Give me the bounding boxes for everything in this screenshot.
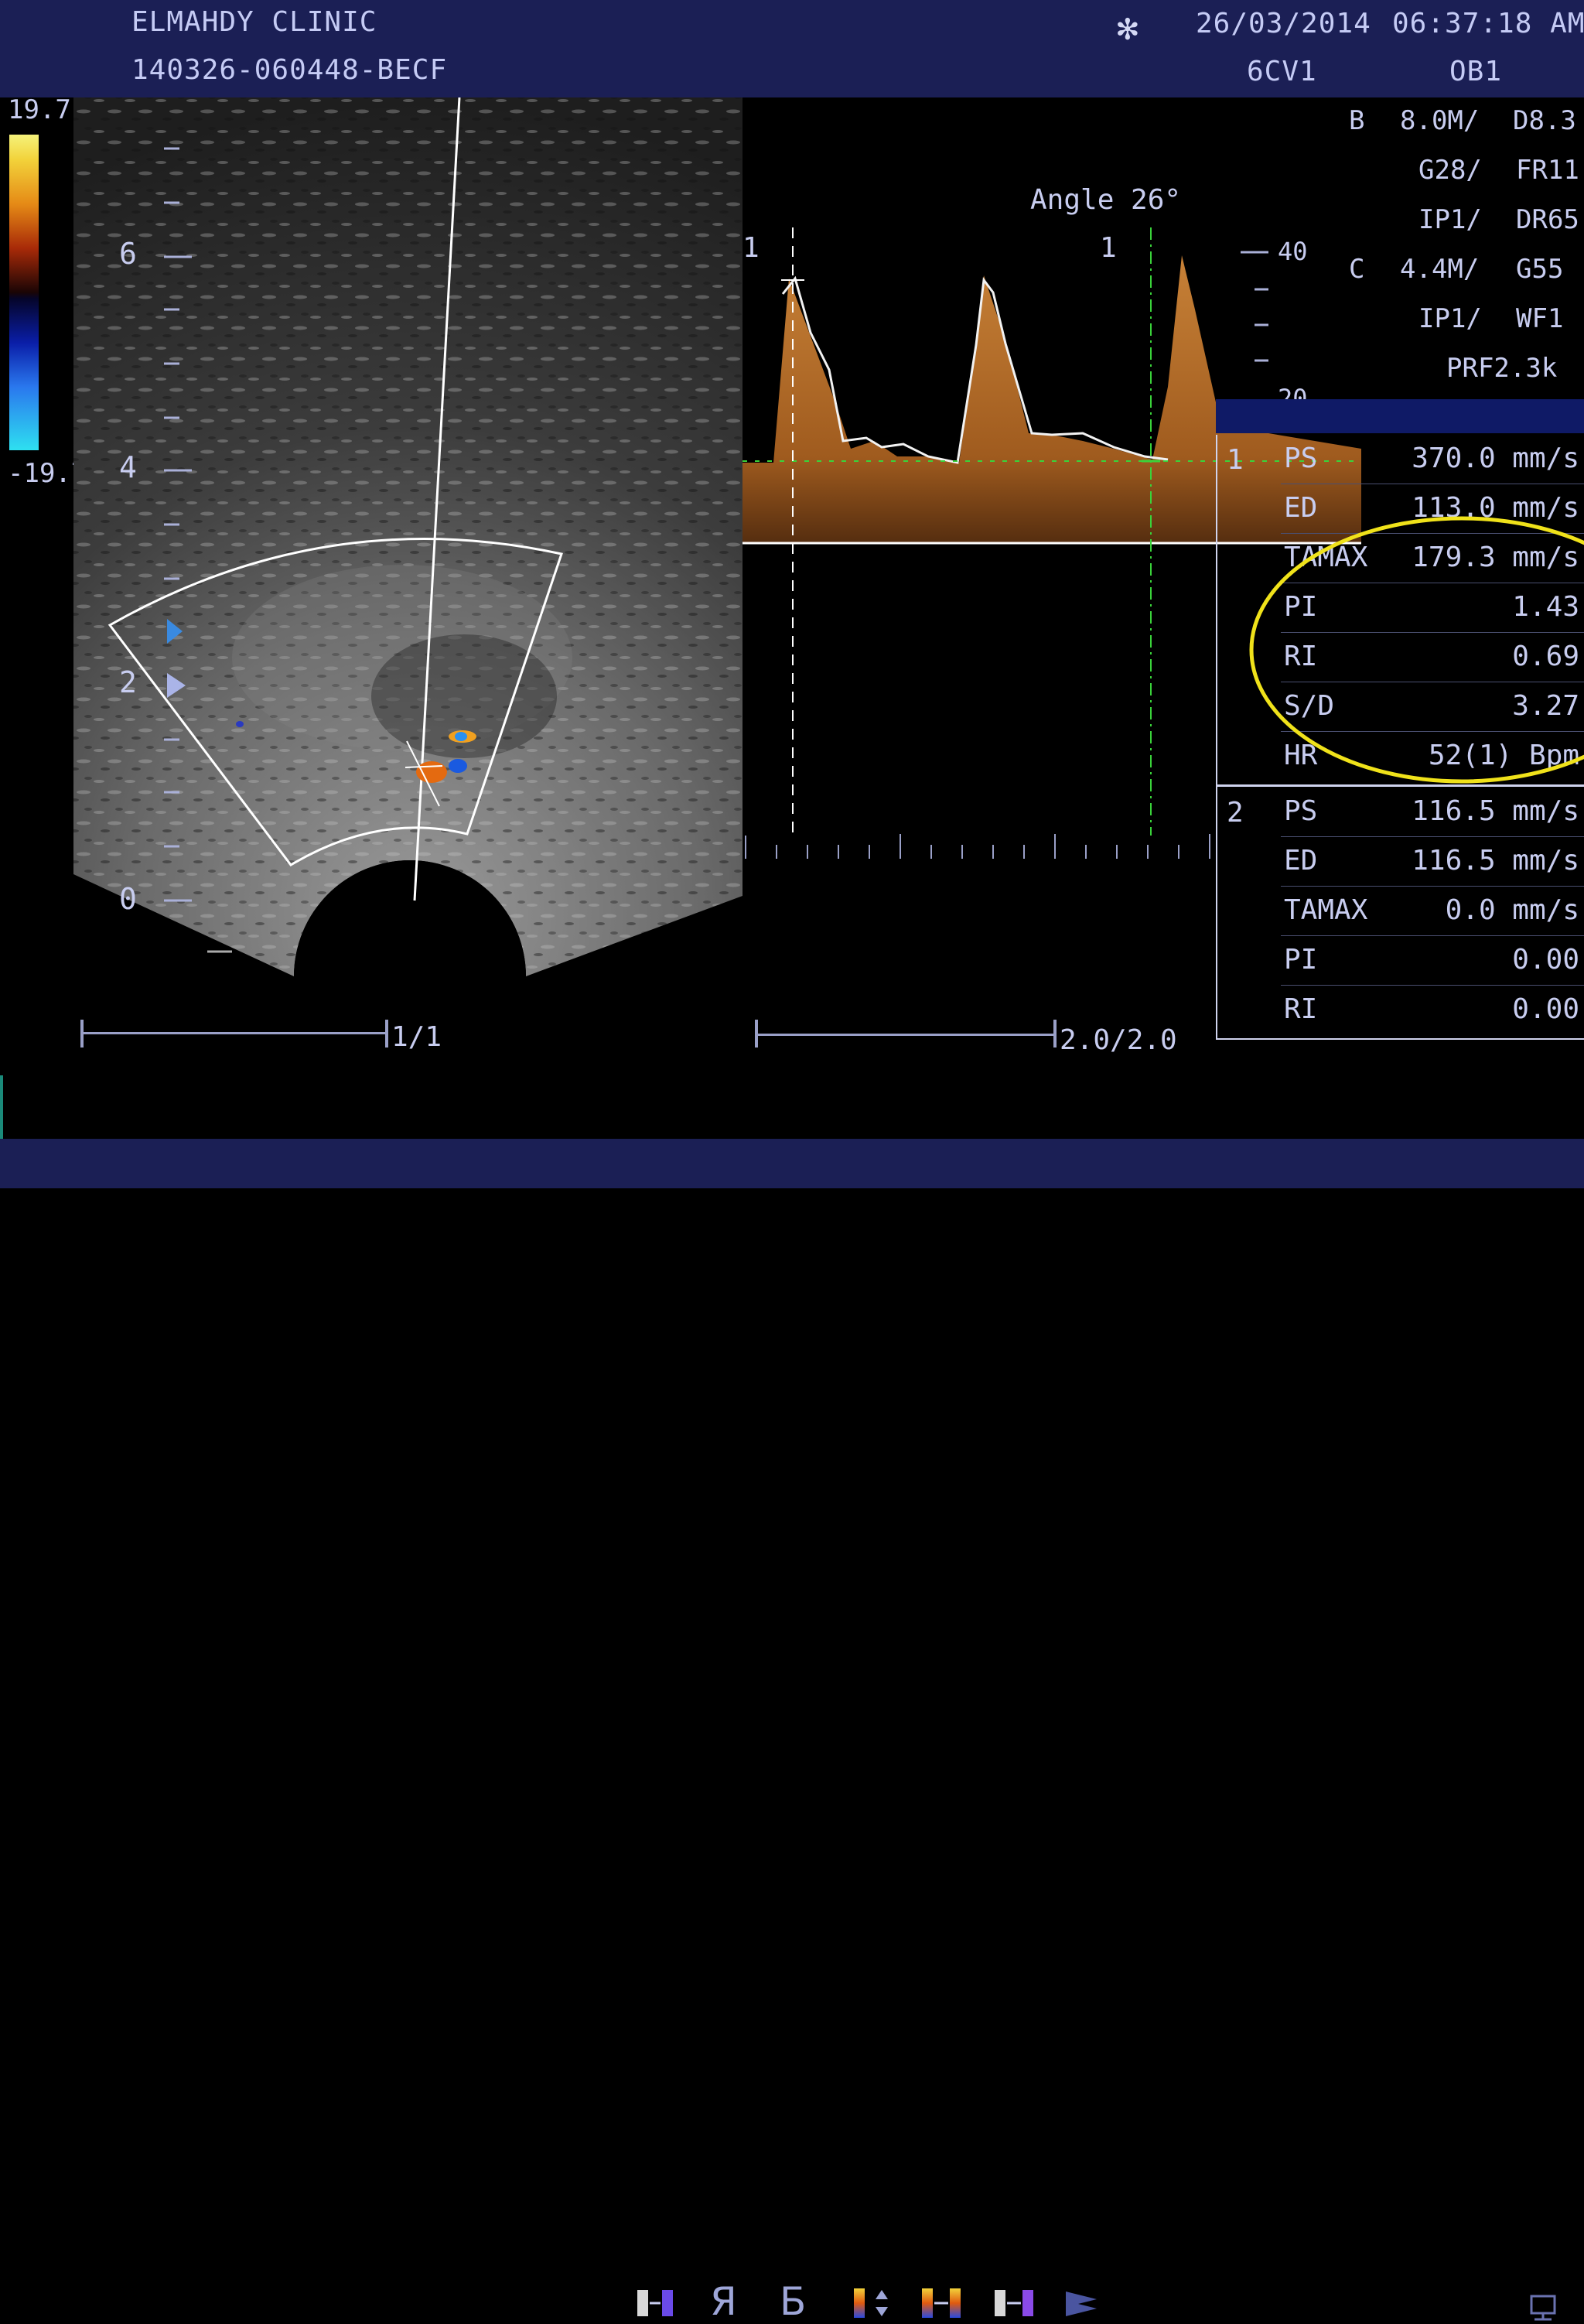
measurement-row-ri-2: RI 0.00 <box>1217 986 1584 1035</box>
param-wall-filter: WF1 <box>1516 303 1564 334</box>
measurement-name: RI <box>1284 993 1318 1025</box>
measurement-value: 0.00 <box>1512 944 1579 976</box>
param-frame-rate: FR11 <box>1516 155 1579 186</box>
preset-name: OB1 <box>1449 56 1503 87</box>
velocity-scale-40: 40 <box>1278 237 1308 266</box>
grayscale-split-icon[interactable] <box>992 2282 1038 2322</box>
flip-b-icon[interactable]: Ƃ <box>780 2279 826 2324</box>
header-bar: ELMAHDY CLINIC 140326-060448-BECF ✻ 26/0… <box>0 0 1584 97</box>
split-layout-icon[interactable] <box>634 2282 681 2322</box>
doppler-angle: Angle 26° <box>1030 184 1182 216</box>
toolbar: Я Ƃ <box>0 1139 1584 2324</box>
depth-label-6: 6 <box>119 237 137 271</box>
doppler-sweep-indicator: 2.0/2.0 <box>1060 1024 1177 1056</box>
bmode-page-indicator: 1/1 <box>391 1021 442 1053</box>
doppler-cine-bar[interactable] <box>756 1034 1053 1036</box>
color-updown-icon[interactable] <box>849 2282 896 2322</box>
param-gain: G28/ <box>1418 155 1482 186</box>
param-c-gain: G55 <box>1516 254 1564 285</box>
network-icon[interactable] <box>1524 2282 1570 2322</box>
measurement-row-tamax-2: TAMAX 0.0 mm/s <box>1217 887 1584 936</box>
param-prf: PRF2.3k <box>1446 353 1558 384</box>
dual-arrow-icon[interactable] <box>1063 2282 1109 2322</box>
bmode-cine-end[interactable] <box>385 1020 388 1048</box>
measurement-name: TAMAX <box>1284 894 1368 926</box>
depth-label-2: 2 <box>119 665 137 699</box>
param-b-label: B <box>1349 105 1365 136</box>
param-b-depth: D8.3 <box>1513 105 1576 136</box>
doppler-cursor-label-left: 1 <box>742 232 760 264</box>
measurement-value: 116.5 mm/s <box>1412 845 1579 877</box>
measurement-name: PS <box>1284 443 1318 474</box>
clinic-name: ELMAHDY CLINIC <box>131 6 377 38</box>
measurement-row-ed-2: ED 116.5 mm/s <box>1217 837 1584 887</box>
measurement-value: 370.0 mm/s <box>1412 443 1579 474</box>
exam-time: 06:37:18 AM <box>1392 8 1584 39</box>
snowflake-icon[interactable]: ✻ <box>1117 6 1138 48</box>
doppler-cine-end[interactable] <box>1053 1020 1057 1048</box>
measurement-value: 0.0 mm/s <box>1445 894 1579 926</box>
param-c-freq: 4.4M/ <box>1400 254 1480 285</box>
measurement-value: 0.00 <box>1512 993 1579 1025</box>
depth-label-0: 0 <box>119 882 137 916</box>
measurement-row-ps-1: PS 370.0 mm/s <box>1217 435 1584 484</box>
color-split-icon[interactable] <box>919 2282 965 2322</box>
bmode-cine-bar[interactable] <box>80 1032 387 1034</box>
measurement-name: ED <box>1284 845 1318 877</box>
mirror-r-icon[interactable]: Я <box>710 2279 756 2324</box>
patient-id: 140326-060448-BECF <box>131 54 448 86</box>
exam-date: 26/03/2014 <box>1196 8 1371 39</box>
measurement-row-pi-2: PI 0.00 <box>1217 936 1584 986</box>
param-b-freq: 8.0M/ <box>1400 105 1480 136</box>
doppler-cine-start[interactable] <box>755 1020 758 1048</box>
param-c-ip: IP1/ <box>1418 303 1482 334</box>
depth-label-4: 4 <box>119 450 137 484</box>
param-dynamic-range: DR65 <box>1516 204 1579 235</box>
bmode-image[interactable] <box>0 97 742 1057</box>
highlight-ellipse <box>1249 516 1584 784</box>
param-ip: IP1/ <box>1418 204 1482 235</box>
measurement-name: PI <box>1284 944 1318 976</box>
probe-name: 6CV1 <box>1247 56 1317 87</box>
doppler-cursor-label-right: 1 <box>1100 232 1117 264</box>
bmode-cine-start[interactable] <box>80 1020 84 1048</box>
left-edge-marker <box>0 1075 3 1139</box>
measurement-header-bar <box>1216 399 1584 433</box>
param-c-label: C <box>1349 254 1365 285</box>
